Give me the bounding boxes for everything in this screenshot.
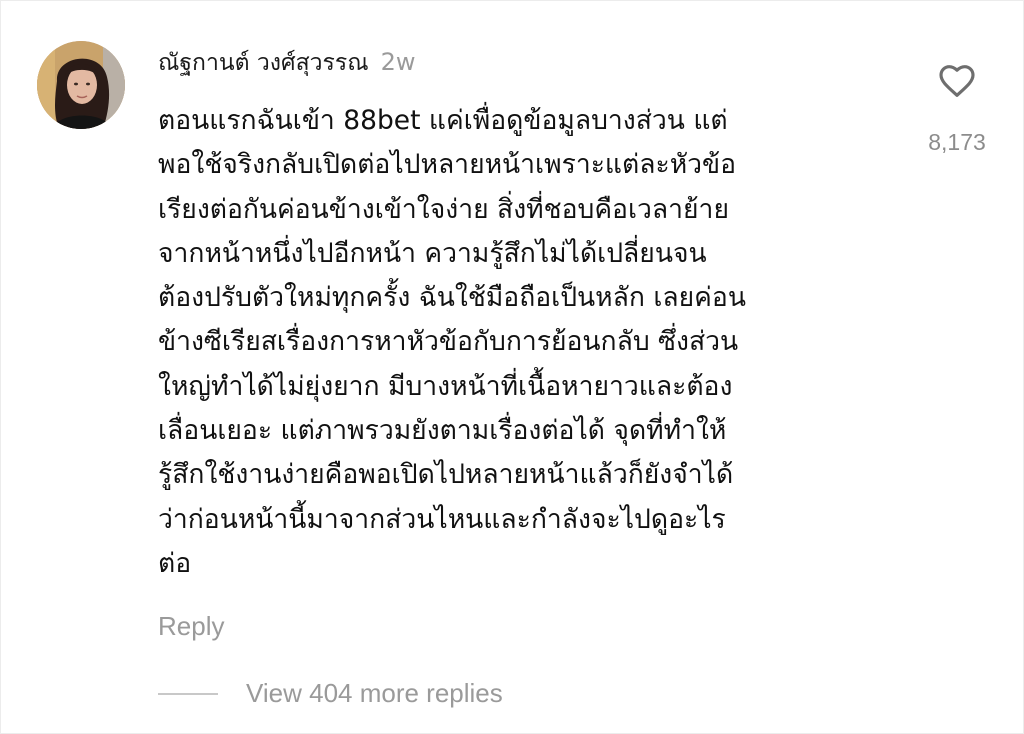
comment-author[interactable]: ณัฐกานต์ วงศ์สุวรรณ — [158, 45, 369, 81]
comment-line: เลื่อนเยอะ แต่ภาพรวมยังตามเรื่องต่อได้ จ… — [158, 415, 727, 447]
reply-button[interactable]: Reply — [158, 611, 224, 642]
replies-divider — [158, 692, 218, 695]
comment-time: 2w — [380, 48, 416, 76]
like-count: 8,173 — [928, 129, 986, 155]
comment-card: ณัฐกานต์ วงศ์สุวรรณ 2w ตอนแรกฉันเข้า 88b… — [0, 0, 1024, 734]
comment-line: ต้องปรับตัวใหม่ทุกครั้ง ฉันใช้มือถือเป็น… — [158, 282, 746, 314]
heart-outline-icon[interactable] — [937, 61, 977, 101]
comment-line: ว่าก่อนหน้านี้มาจากส่วนไหนและกำลังจะไปดู… — [158, 503, 726, 535]
comment-line: ข้างซีเรียสเรื่องการหาหัวข้อกับการย้อนกล… — [158, 326, 739, 358]
like-control: 8,173 — [922, 61, 992, 156]
comment-line: ตอนแรกฉันเข้า 88bet แค่เพื่อดูข้อมูลบางส… — [158, 105, 728, 136]
avatar[interactable] — [37, 41, 125, 129]
avatar-photo — [37, 41, 125, 129]
comment-line: รู้สึกใช้งานง่ายคือพอเปิดไปหลายหน้าแล้วก… — [158, 459, 734, 491]
view-replies-button[interactable]: View 404 more replies — [158, 678, 503, 709]
comment-line: เรียงต่อกันค่อนข้างเข้าใจง่าย สิ่งที่ชอบ… — [158, 193, 729, 225]
comment-line: พอใช้จริงกลับเปิดต่อไปหลายหน้าเพราะแต่ละ… — [158, 149, 737, 181]
comment-text: ตอนแรกฉันเข้า 88bet แค่เพื่อดูข้อมูลบางส… — [158, 99, 878, 586]
comment-line: ต่อ — [158, 547, 192, 579]
comment-line: ใหญ่ทำได้ไม่ยุ่งยาก มีบางหน้าที่เนื้อหาย… — [158, 370, 733, 402]
comment-header: ณัฐกานต์ วงศ์สุวรรณ 2w — [158, 45, 416, 85]
view-replies-label: View 404 more replies — [246, 678, 503, 708]
comment-line: จากหน้าหนึ่งไปอีกหน้า ความรู้สึกไม่ได้เป… — [158, 237, 707, 269]
